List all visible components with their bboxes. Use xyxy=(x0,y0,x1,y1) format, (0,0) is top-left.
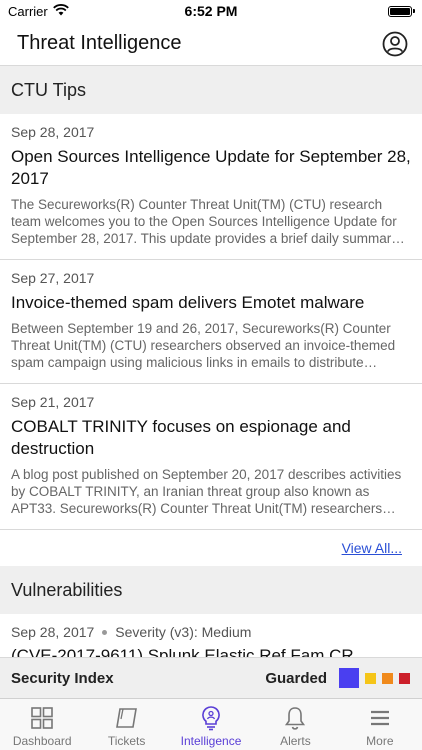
bell-icon xyxy=(282,705,308,731)
list-item[interactable]: Sep 21, 2017 COBALT TRINITY focuses on e… xyxy=(0,384,422,530)
tab-tickets[interactable]: Tickets xyxy=(84,699,168,750)
tab-label: Alerts xyxy=(280,734,311,748)
tab-label: More xyxy=(366,734,394,748)
wifi-icon xyxy=(52,3,69,19)
tab-label: Tickets xyxy=(107,734,146,748)
level-square-red xyxy=(399,672,410,684)
vuln-date: Sep 28, 2017 xyxy=(11,624,95,640)
vulnerabilities-header: Vulnerabilities xyxy=(0,566,422,614)
tip-description: Between September 19 and 26, 2017, Secur… xyxy=(11,321,396,370)
lightbulb-icon xyxy=(198,705,224,731)
menu-icon xyxy=(367,705,393,731)
tab-more[interactable]: More xyxy=(338,699,422,750)
view-all-link[interactable]: View All... xyxy=(342,540,402,556)
tickets-icon xyxy=(114,705,140,731)
tab-intelligence[interactable]: Intelligence xyxy=(169,699,253,750)
tip-title: Open Sources Intelligence Update for Sep… xyxy=(11,147,411,188)
tip-date: Sep 27, 2017 xyxy=(11,270,95,286)
ctu-tips-header: CTU Tips xyxy=(0,66,422,114)
tip-description: The Secureworks(R) Counter Threat Unit(T… xyxy=(11,197,398,246)
tip-date: Sep 21, 2017 xyxy=(11,394,95,410)
tab-bar: Dashboard Tickets Intelligence Alerts Mo… xyxy=(0,698,422,750)
level-square-orange xyxy=(382,672,393,684)
dashboard-icon xyxy=(29,705,55,731)
tab-alerts[interactable]: Alerts xyxy=(253,699,337,750)
tip-title: COBALT TRINITY focuses on espionage and … xyxy=(11,417,351,458)
security-index-label: Security Index xyxy=(11,669,114,687)
security-index-levels: Guarded xyxy=(265,668,410,688)
vuln-meta: Sep 28, 2017 Severity (v3): Medium xyxy=(11,624,411,640)
security-index-bar[interactable]: Security Index Guarded xyxy=(0,657,422,698)
tab-dashboard[interactable]: Dashboard xyxy=(0,699,84,750)
content-scroll[interactable]: CTU Tips Sep 28, 2017 Open Sources Intel… xyxy=(0,66,422,657)
tip-date: Sep 28, 2017 xyxy=(11,124,95,140)
nav-bar: Threat Intelligence xyxy=(0,22,422,66)
vuln-severity: Severity (v3): Medium xyxy=(115,624,252,640)
list-item[interactable]: Sep 28, 2017 Severity (v3): Medium (CVE-… xyxy=(0,614,422,657)
list-item[interactable]: Sep 28, 2017 Open Sources Intelligence U… xyxy=(0,114,422,260)
carrier-label: Carrier xyxy=(8,3,48,19)
tip-title: Invoice-themed spam delivers Emotet malw… xyxy=(11,293,365,312)
list-item[interactable]: Sep 27, 2017 Invoice-themed spam deliver… xyxy=(0,260,422,384)
level-square-yellow xyxy=(365,672,376,684)
page-title: Threat Intelligence xyxy=(17,32,182,54)
vuln-title: (CVE-2017-9611) Splunk Elastic Ref Fam C… xyxy=(11,646,354,657)
security-level-text: Guarded xyxy=(265,669,327,687)
status-left: Carrier xyxy=(8,4,69,19)
status-bar: Carrier 6:52 PM xyxy=(0,0,422,22)
tab-label: Intelligence xyxy=(180,734,242,748)
tab-label: Dashboard xyxy=(12,734,72,748)
level-square-guarded xyxy=(339,668,359,688)
profile-icon[interactable] xyxy=(382,31,408,57)
separator-dot xyxy=(102,629,108,635)
battery-icon xyxy=(388,5,415,17)
view-all-row: View All... xyxy=(0,530,422,566)
tip-description: A blog post published on September 20, 2… xyxy=(11,467,402,516)
